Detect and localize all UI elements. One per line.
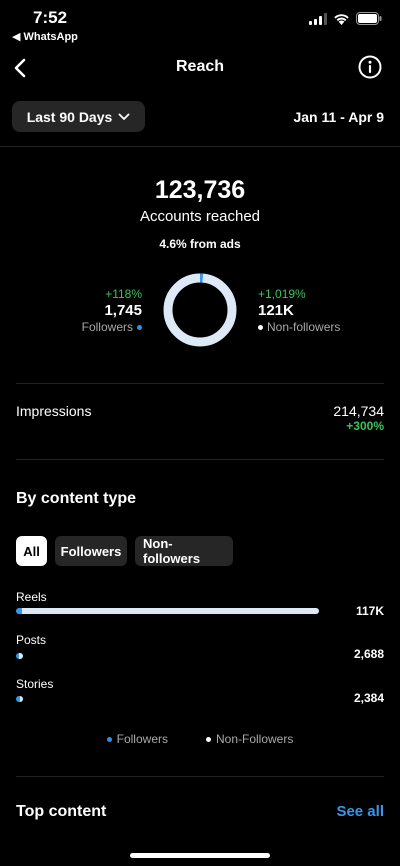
legend-non-followers-label: Non-Followers: [216, 732, 294, 746]
date-range-dropdown-label: Last 90 Days: [26, 108, 113, 125]
legend-followers-dot: [106, 736, 112, 742]
info-icon: [358, 55, 382, 79]
accounts-reached-label: Accounts reached: [139, 208, 261, 225]
legend-non-followers-dot: [206, 736, 211, 742]
battery-icon: [356, 12, 382, 25]
followers-value: 1,745: [104, 302, 142, 319]
non-followers-dot: [258, 324, 263, 330]
legend-followers-label: Followers: [116, 732, 168, 746]
non-followers-value: 121K: [258, 302, 294, 319]
back-to-app-link[interactable]: ◀ WhatsApp: [12, 30, 78, 43]
status-bar: 7:52 ◀ WhatsApp: [0, 0, 400, 46]
chevron-down-icon: [118, 113, 130, 120]
followers-change: +118%: [105, 287, 142, 301]
chip-followers[interactable]: Followers: [55, 536, 127, 566]
info-button[interactable]: [358, 55, 382, 79]
posts-value: 2,688: [353, 647, 384, 661]
content-type-heading: By content type: [16, 490, 137, 507]
stories-non-followers-segment: [19, 696, 23, 702]
stories-value: 2,384: [353, 691, 384, 705]
non-followers-legend: Non-followers: [258, 320, 340, 334]
see-all-link[interactable]: See all: [336, 803, 384, 820]
non-followers-change: +1,019%: [258, 287, 306, 301]
home-indicator[interactable]: [130, 853, 270, 858]
impressions-change: +300%: [346, 419, 384, 433]
non-followers-stat: +1,019% 121K Non-followers: [258, 287, 340, 334]
followers-dot: [137, 324, 142, 330]
followers-legend: Followers: [82, 320, 142, 334]
accounts-reached-count: 123,736: [154, 176, 246, 204]
reels-label: Reels: [16, 590, 47, 604]
wifi-icon: [334, 13, 349, 25]
divider: [0, 146, 400, 147]
chip-all[interactable]: All: [16, 536, 47, 566]
legend-non-followers: Non-Followers: [206, 732, 293, 746]
reach-donut-chart: [163, 273, 237, 347]
stories-bar: [16, 696, 23, 702]
stories-label: Stories: [16, 677, 54, 691]
impressions-label: Impressions: [16, 403, 92, 419]
legend-followers: Followers: [106, 732, 168, 746]
non-followers-label: Non-followers: [267, 320, 341, 334]
reels-bar: [16, 608, 319, 614]
navigation-bar: Reach: [0, 50, 400, 86]
reels-value: 117K: [355, 604, 384, 618]
followers-stat: +118% 1,745 Followers: [82, 287, 142, 334]
bar-legend: Followers Non-Followers: [0, 732, 400, 746]
ads-note: 4.6% from ads: [159, 237, 241, 251]
chip-non-followers[interactable]: Non-followers: [135, 536, 233, 566]
reels-non-followers-segment: [22, 608, 319, 614]
top-content-heading: Top content: [16, 803, 107, 820]
posts-non-followers-segment: [19, 653, 23, 659]
date-range-dropdown[interactable]: Last 90 Days: [12, 101, 145, 132]
donut-non-followers-ring: [163, 273, 237, 347]
divider: [16, 459, 384, 460]
divider: [16, 776, 384, 777]
followers-label: Followers: [81, 320, 133, 334]
posts-label: Posts: [16, 633, 47, 647]
content-filter-chips: All Followers Non-followers: [16, 536, 233, 566]
divider: [16, 383, 384, 384]
impressions-value: 214,734: [333, 403, 384, 419]
system-icons: [309, 12, 382, 25]
date-range-text: Jan 11 - Apr 9: [293, 109, 384, 125]
posts-bar: [16, 653, 23, 659]
page-title: Reach: [175, 58, 225, 75]
clock: 7:52: [33, 8, 68, 27]
cellular-signal-icon: [309, 12, 327, 25]
